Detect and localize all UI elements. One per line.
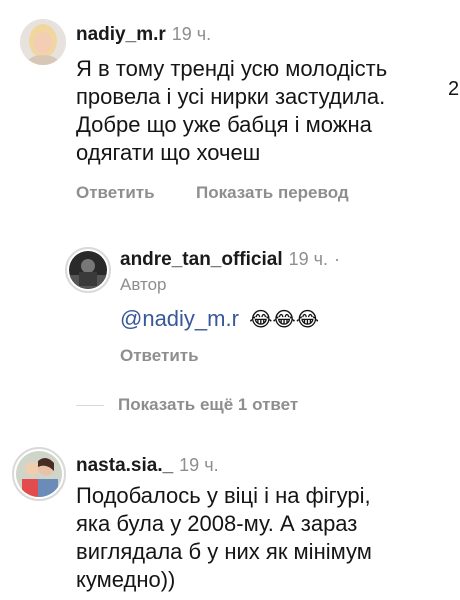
timestamp: 19 ч. xyxy=(288,249,329,269)
reply-header: andre_tan_official 19 ч. · xyxy=(120,249,340,271)
emoji: 😂😂😂 xyxy=(249,309,320,331)
reply-text: @nadiy_m.r 😂😂😂 xyxy=(120,305,319,334)
reply-button[interactable]: Ответить xyxy=(120,346,199,366)
timestamp: 19 ч. xyxy=(179,455,219,475)
comment-text: Я в тому тренді усю молодість провела і … xyxy=(76,55,436,167)
avatar-story-ring[interactable] xyxy=(65,247,111,293)
username[interactable]: nasta.sia._ xyxy=(76,455,173,476)
comment-line: провела і усі нирки застудила. xyxy=(76,84,386,109)
comment-header: nadiy_m.r 19 ч. xyxy=(76,24,211,46)
comment-line: Добре що уже бабця і можна xyxy=(76,112,372,137)
author-photo xyxy=(69,251,107,289)
comment-line: Я в тому тренді усю молодість xyxy=(76,56,388,81)
comment-line: кумедно)) xyxy=(76,567,176,592)
separator-dot: · xyxy=(334,249,341,269)
mention-link[interactable]: @nadiy_m.r xyxy=(120,306,239,331)
timestamp: 19 ч. xyxy=(171,24,212,44)
overflow-number-fragment: 2 xyxy=(448,78,460,100)
username[interactable]: andre_tan_official xyxy=(120,249,283,270)
reply-button[interactable]: Ответить xyxy=(76,183,155,203)
author-badge: Автор xyxy=(120,275,167,294)
user-photo xyxy=(16,451,62,497)
comment-header: nasta.sia._ 19 ч. xyxy=(76,455,219,477)
avatar-story-ring[interactable] xyxy=(12,447,66,501)
comment-line: яка була у 2008-му. А зараз xyxy=(76,511,358,536)
comment-line: одягати що хочеш xyxy=(76,140,261,165)
username[interactable]: nadiy_m.r xyxy=(76,24,166,45)
divider-line xyxy=(76,405,104,406)
show-more-replies-button[interactable]: Показать ещё 1 ответ xyxy=(118,395,298,415)
user-photo xyxy=(20,19,66,65)
translate-button[interactable]: Показать перевод xyxy=(196,183,349,203)
comment-line: виглядала б у них як мінімум xyxy=(76,539,372,564)
avatar[interactable] xyxy=(20,19,66,65)
comment-line: Подобалось у віці і на фігурі, xyxy=(76,483,371,508)
comment-text: Подобалось у віці і на фігурі, яка була … xyxy=(76,482,446,594)
